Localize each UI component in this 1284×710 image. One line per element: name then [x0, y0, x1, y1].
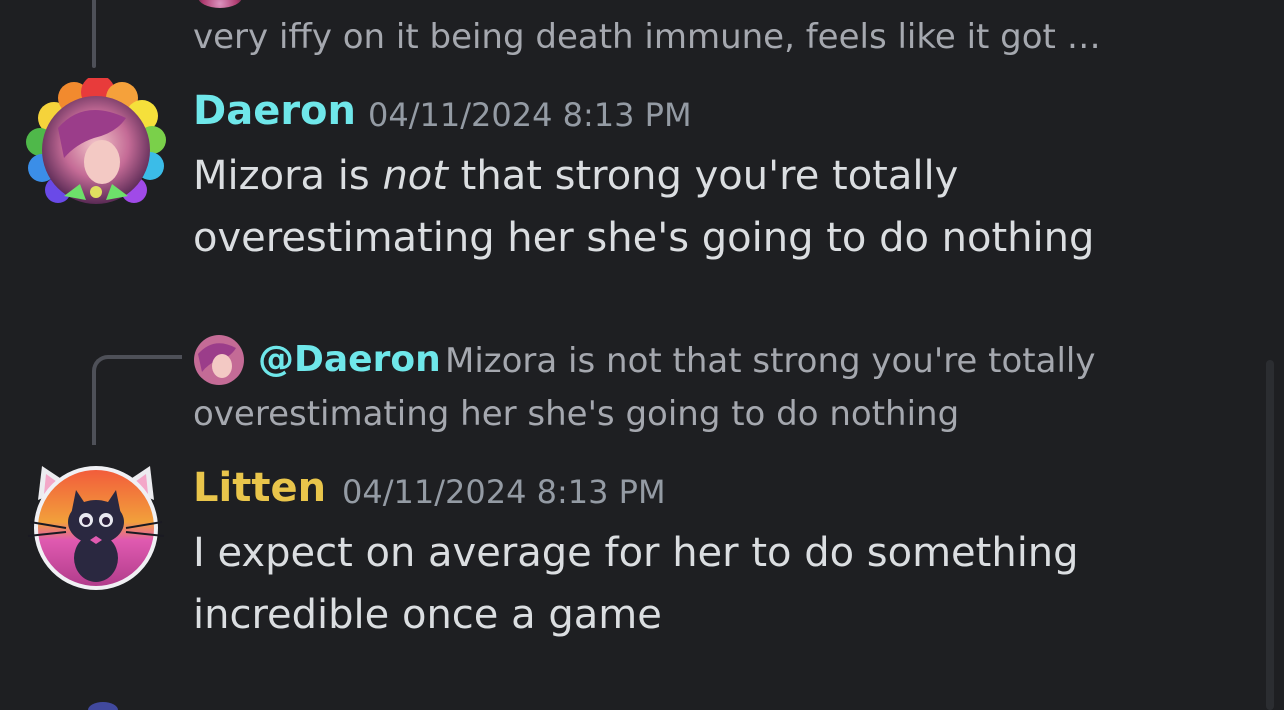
message-timestamp: 04/11/2024 8:13 PM — [342, 473, 666, 511]
message-text: I expect on average for her to do someth… — [193, 530, 1079, 576]
reply-preview-text[interactable]: Mizora is not that strong you're totally — [445, 337, 1095, 385]
reply-preview-text[interactable]: overestimating her she's going to do not… — [193, 390, 959, 438]
scrollbar[interactable] — [1266, 360, 1274, 710]
message-content: I expect on average for her to do someth… — [193, 522, 1193, 646]
litten-avatar-icon — [27, 466, 165, 590]
reply-avatar[interactable] — [192, 334, 246, 386]
reply-mention[interactable]: @Daeron — [258, 336, 441, 384]
message-emphasis: not — [382, 153, 448, 199]
daeron-avatar-icon — [26, 75, 166, 204]
litten-avatar[interactable] — [26, 460, 166, 592]
message-text: Mizora is — [193, 153, 383, 199]
message-text: incredible once a game — [193, 592, 662, 638]
next-avatar-icon — [88, 702, 118, 710]
author-name[interactable]: Litten — [193, 463, 326, 513]
reply-connector-line — [92, 0, 96, 68]
reply-avatar-icon — [198, 0, 242, 8]
message-content: Mizora is not that strong you're totally… — [193, 145, 1193, 269]
message-text: overestimating her she's going to do not… — [193, 215, 1095, 261]
daeron-avatar[interactable] — [24, 75, 168, 216]
reply-connector-line — [92, 355, 182, 445]
daeron-mini-avatar-icon — [194, 335, 244, 385]
message-text: that strong you're totally — [447, 153, 959, 199]
message-timestamp: 04/11/2024 8:13 PM — [368, 96, 692, 134]
reply-preview-text[interactable]: very iffy on it being death immune, feel… — [193, 14, 1153, 60]
author-name[interactable]: Daeron — [193, 86, 356, 136]
